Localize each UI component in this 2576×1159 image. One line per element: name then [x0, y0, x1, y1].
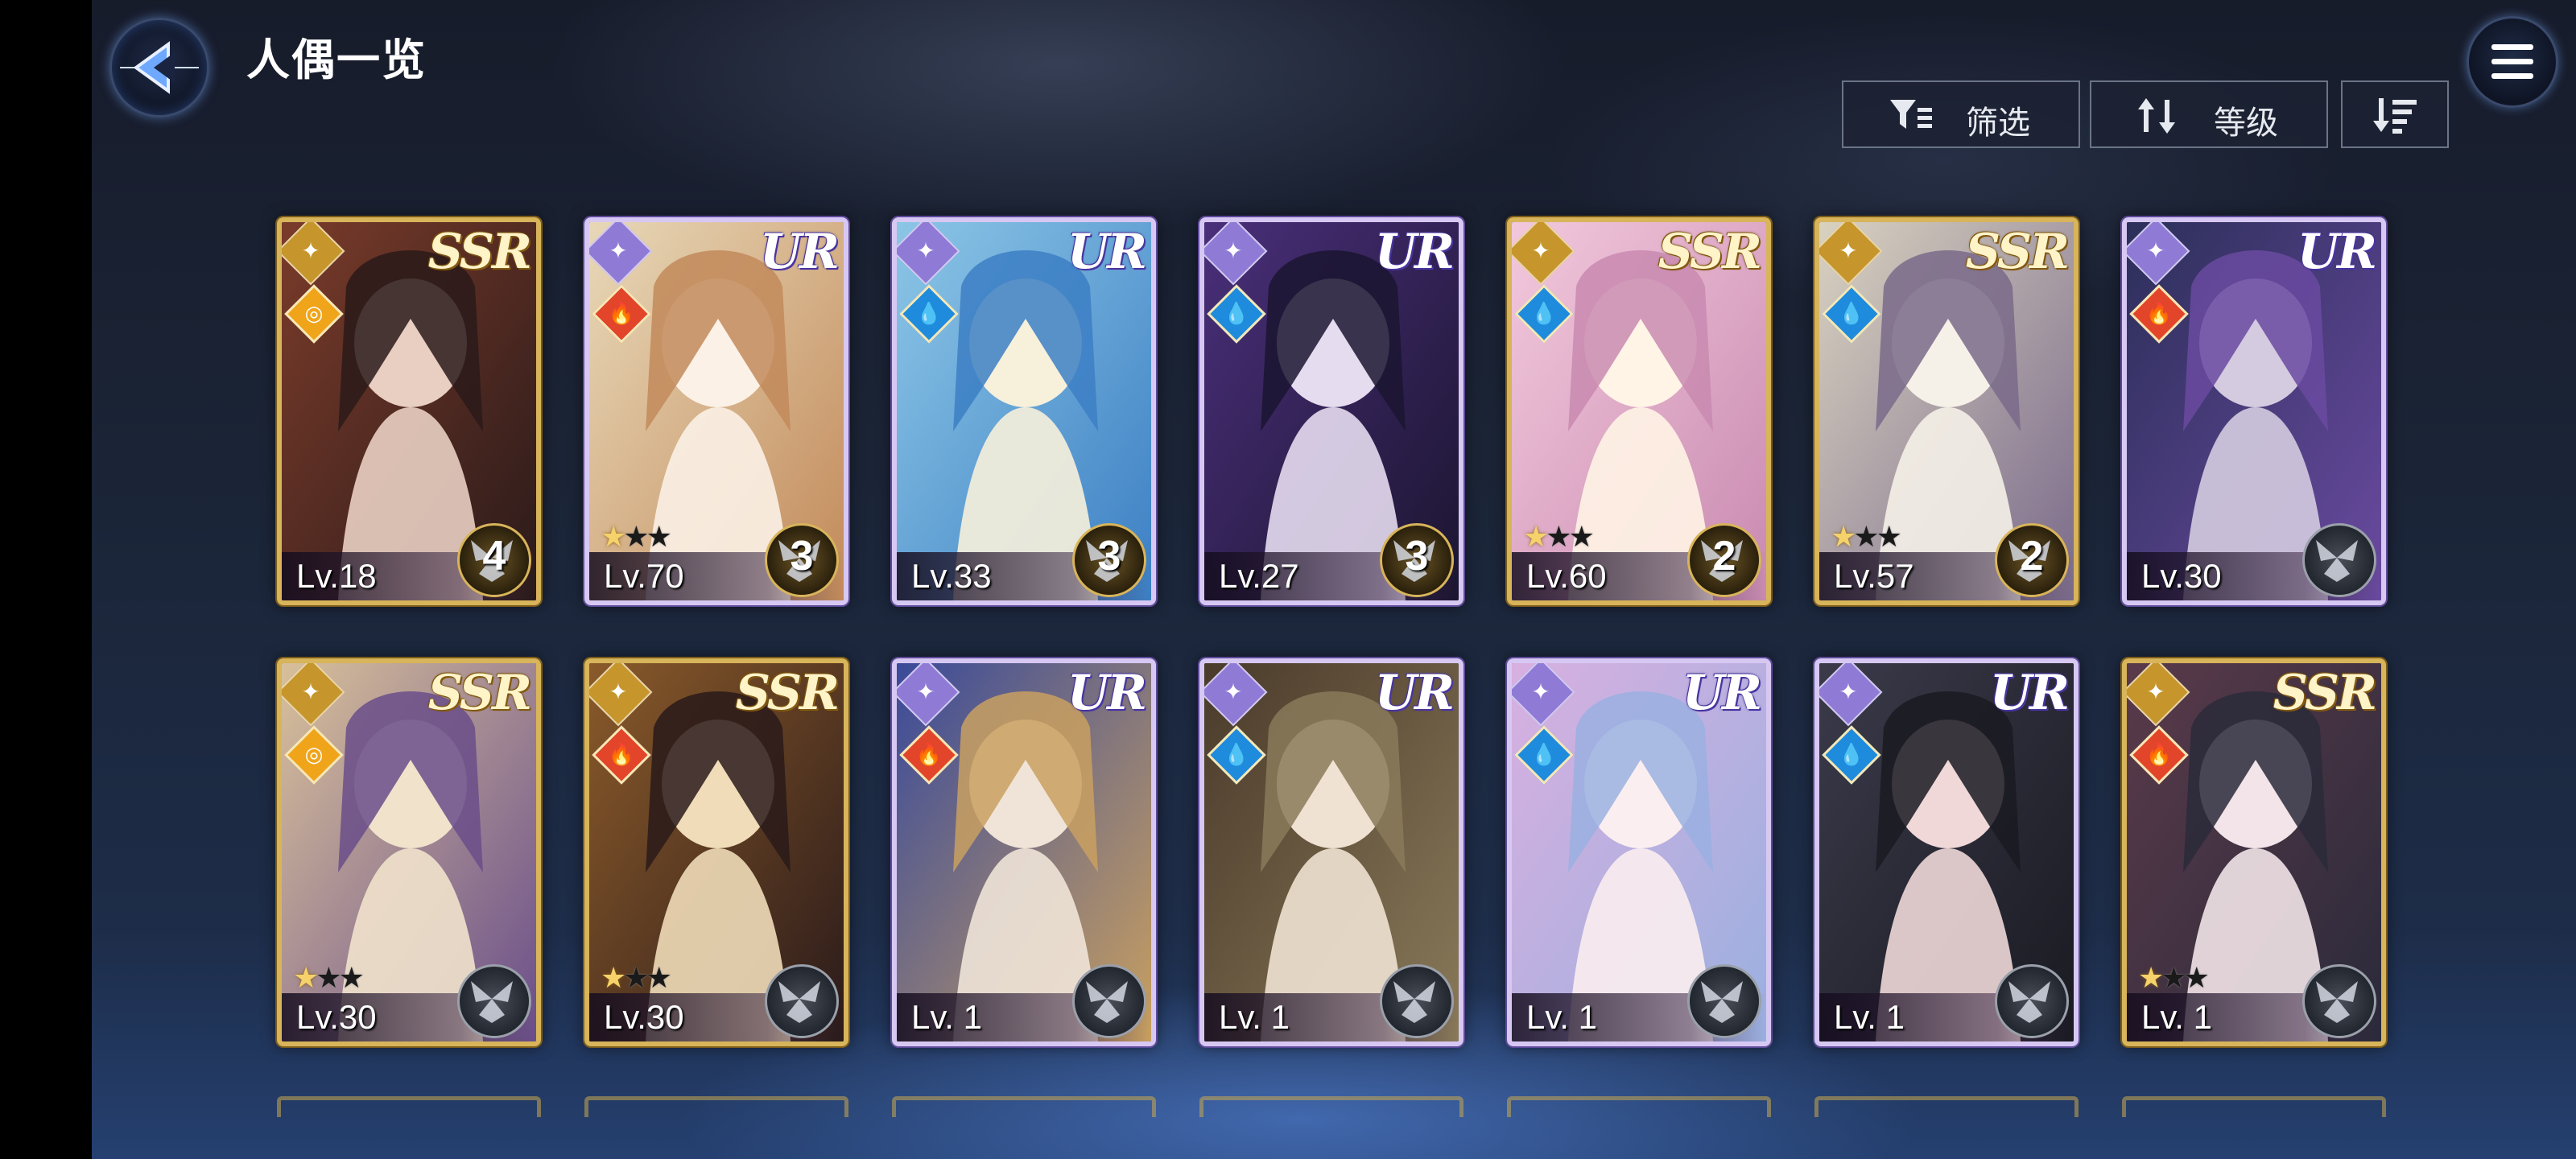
wing-emblem-icon — [457, 964, 531, 1038]
wing-icon — [1086, 981, 1128, 1023]
wing-emblem-icon — [1072, 964, 1146, 1038]
sort-label: 等级 — [2214, 105, 2278, 142]
awakening-emblem: 3 — [765, 523, 839, 597]
rarity-label: UR — [1374, 665, 1455, 721]
awaken-count: 2 — [2020, 533, 2044, 580]
hamburger-menu-icon — [2491, 44, 2533, 79]
awaken-count: 3 — [1405, 533, 1429, 580]
sort-order-button[interactable] — [2341, 80, 2449, 148]
wing-emblem-icon — [2302, 964, 2376, 1038]
rarity-label: UR — [1067, 665, 1147, 721]
partial-card[interactable] — [584, 1096, 848, 1117]
page-title: 人偶一览 — [246, 35, 427, 85]
rarity-label: SSR — [427, 224, 532, 280]
rarity-label: UR — [1682, 665, 1762, 721]
wing-emblem-icon — [1995, 964, 2069, 1038]
star-rating: ★★★ — [601, 521, 672, 554]
sort-level-button[interactable]: 等级 — [2090, 80, 2328, 148]
wing-emblem-icon — [2302, 523, 2376, 597]
wing-icon — [2316, 981, 2358, 1023]
sort-order-icon — [2373, 98, 2417, 134]
menu-button[interactable] — [2467, 16, 2558, 108]
awakening-emblem: 2 — [1995, 523, 2069, 597]
level-label: Lv.30 — [296, 998, 377, 1036]
partial-card[interactable] — [2122, 1096, 2386, 1117]
level-label: Lv.30 — [2141, 557, 2222, 595]
doll-card[interactable]: ✦ 💧 UR Lv.27 3 — [1199, 217, 1463, 605]
star-rating: ★★★ — [293, 962, 365, 995]
level-label: Lv.27 — [1219, 557, 1299, 595]
doll-card[interactable]: ✦ 🔥 UR Lv. 1 — [892, 658, 1156, 1046]
partial-card[interactable] — [1814, 1096, 2079, 1117]
doll-card[interactable]: ✦ ◎ SSR Lv.30 ★★★ — [277, 658, 541, 1046]
level-label: Lv. 1 — [1526, 998, 1597, 1036]
level-label: Lv.57 — [1834, 557, 1914, 595]
rarity-label: UR — [1989, 665, 2070, 721]
wing-emblem-icon — [765, 964, 839, 1038]
awaken-count: 3 — [790, 533, 814, 580]
awaken-count: 2 — [1712, 533, 1736, 580]
doll-card[interactable]: ✦ 💧 UR Lv. 1 — [1507, 658, 1771, 1046]
level-label: Lv. 1 — [911, 998, 982, 1036]
wing-emblem-icon — [1380, 964, 1454, 1038]
doll-card[interactable]: ✦ 💧 SSR Lv.60 ★★★ 2 — [1507, 217, 1771, 605]
level-label: Lv. 1 — [1834, 998, 1905, 1036]
doll-card[interactable]: ✦ 🔥 UR Lv.70 ★★★ 3 — [584, 217, 848, 605]
rarity-label: UR — [1374, 224, 1455, 280]
back-arrow-icon — [120, 41, 199, 94]
doll-card[interactable]: ✦ 🔥 UR Lv.30 — [2122, 217, 2386, 605]
filter-icon — [1890, 100, 1932, 129]
doll-card[interactable]: ✦ 💧 UR Lv. 1 — [1199, 658, 1463, 1046]
rarity-label: SSR — [1965, 224, 2070, 280]
wing-icon — [2008, 981, 2050, 1023]
level-label: Lv.60 — [1526, 557, 1607, 595]
sort-icon — [2138, 98, 2175, 134]
level-label: Lv. 1 — [2141, 998, 2212, 1036]
level-label: Lv. 1 — [1219, 998, 1290, 1036]
partial-card[interactable] — [277, 1096, 541, 1117]
wing-icon — [778, 981, 820, 1023]
partial-card[interactable] — [1507, 1096, 1771, 1117]
wing-icon — [1701, 981, 1743, 1023]
wing-icon — [1393, 981, 1435, 1023]
awakening-emblem: 3 — [1380, 523, 1454, 597]
doll-card[interactable]: ✦ 💧 UR Lv. 1 — [1814, 658, 2079, 1046]
wing-icon — [471, 981, 513, 1023]
awaken-count: 4 — [482, 533, 506, 580]
awakening-emblem: 2 — [1687, 523, 1761, 597]
rarity-label: UR — [1067, 224, 1147, 280]
awakening-emblem: 4 — [457, 523, 531, 597]
rarity-label: SSR — [1657, 224, 1762, 280]
star-rating: ★★★ — [2138, 962, 2210, 995]
doll-card[interactable]: ✦ 🔥 SSR Lv.30 ★★★ — [584, 658, 848, 1046]
level-label: Lv.18 — [296, 557, 377, 595]
rarity-label: SSR — [735, 665, 840, 721]
rarity-label: UR — [759, 224, 840, 280]
rarity-label: SSR — [2273, 665, 2377, 721]
level-label: Lv.33 — [911, 557, 992, 595]
partial-card[interactable] — [1199, 1096, 1463, 1117]
game-screen: 人偶一览 筛选 等级 ✦ ◎ SSR Lv.18 4 ✦ 🔥 UR Lv.70 … — [92, 0, 2576, 1159]
doll-card[interactable]: ✦ 🔥 SSR Lv. 1 ★★★ — [2122, 658, 2386, 1046]
filter-label: 筛选 — [1966, 105, 2030, 142]
back-button[interactable] — [109, 18, 209, 118]
doll-card[interactable]: ✦ ◎ SSR Lv.18 4 — [277, 217, 541, 605]
rarity-label: SSR — [427, 665, 532, 721]
wing-icon — [2316, 540, 2358, 582]
awaken-count: 3 — [1097, 533, 1121, 580]
awakening-emblem: 3 — [1072, 523, 1146, 597]
doll-card[interactable]: ✦ 💧 SSR Lv.57 ★★★ 2 — [1814, 217, 2079, 605]
star-rating: ★★★ — [1831, 521, 1902, 554]
rarity-label: UR — [2297, 224, 2377, 280]
filter-button[interactable]: 筛选 — [1842, 80, 2080, 148]
wing-emblem-icon — [1687, 964, 1761, 1038]
star-rating: ★★★ — [601, 962, 672, 995]
star-rating: ★★★ — [1523, 521, 1595, 554]
partial-card[interactable] — [892, 1096, 1156, 1117]
level-label: Lv.70 — [604, 557, 684, 595]
level-label: Lv.30 — [604, 998, 684, 1036]
doll-card[interactable]: ✦ 💧 UR Lv.33 3 — [892, 217, 1156, 605]
